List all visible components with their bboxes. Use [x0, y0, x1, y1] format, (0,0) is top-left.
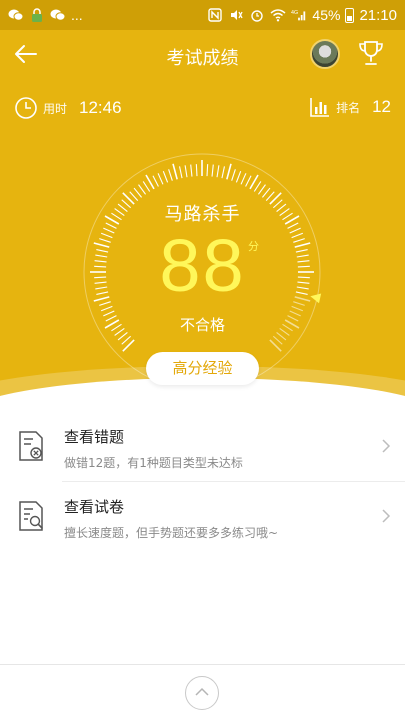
- gauge-tick: [221, 166, 225, 179]
- battery-icon: [345, 7, 355, 23]
- time-value: 12:46: [79, 98, 122, 117]
- gauge-tick: [235, 170, 242, 183]
- score-value: 88: [159, 224, 246, 307]
- gauge-tick: [245, 175, 252, 187]
- gauge-tick: [240, 173, 247, 185]
- nfc-icon: [207, 7, 223, 23]
- trophy-button[interactable]: [356, 38, 388, 70]
- gauge-tick: [261, 187, 271, 198]
- chevron-right-icon: [382, 509, 391, 523]
- gauge-tick: [206, 164, 209, 177]
- status-bar: ... 4G 45% 21:10: [0, 0, 405, 30]
- gauge-tick: [138, 184, 147, 195]
- list-item-subtitle: 做错12题，有1种题目类型未达标: [64, 456, 243, 470]
- scroll-up-button[interactable]: [185, 676, 219, 710]
- score-hero: 考试成绩 用时 12:46 排名 12 马路杀手 88 分 不合格 高分经验: [0, 30, 405, 412]
- more-notifications: ...: [71, 7, 83, 23]
- gauge-tick: [195, 164, 198, 177]
- network-type: 4G: [291, 10, 298, 16]
- time-label: 用时: [43, 101, 68, 116]
- wechat-icon: [8, 7, 24, 23]
- gauge-tick: [211, 164, 214, 177]
- gauge-tick: [157, 173, 164, 185]
- high-score-experience-button[interactable]: 高分经验: [146, 352, 259, 385]
- bar-chart-icon: [310, 98, 330, 117]
- rank-value: 12: [372, 97, 391, 116]
- wifi-icon: [270, 7, 286, 23]
- lock-app-icon: [29, 7, 45, 23]
- gauge-tick: [121, 335, 132, 345]
- wechat-icon: [50, 7, 66, 23]
- gauge-tick: [272, 335, 283, 345]
- gauge-tick: [179, 166, 183, 179]
- gauge-title: 马路杀手: [164, 204, 241, 225]
- trophy-icon: [359, 41, 383, 65]
- list-item-subtitle: 擅长速度题，但手势题还要多多练习哦~: [64, 526, 279, 540]
- chevron-up-icon: [195, 687, 209, 696]
- score-unit: 分: [248, 240, 259, 253]
- nav-bar: 考试成绩: [0, 30, 405, 80]
- alarm-icon: [249, 7, 265, 23]
- gauge-tick: [226, 163, 232, 180]
- signal-icon: 4G: [291, 7, 307, 23]
- status-bar-right: 4G 45% 21:10: [207, 7, 397, 24]
- page-title: 考试成绩: [166, 48, 239, 69]
- gauge-tick: [172, 163, 178, 180]
- view-paper-icon: [19, 501, 43, 531]
- gauge-tick: [133, 187, 143, 198]
- time-stat: 用时 12:46: [14, 96, 122, 120]
- gauge-tick: [152, 175, 159, 187]
- result-text: 不合格: [179, 316, 225, 334]
- list-item-title: 查看试卷: [64, 498, 125, 516]
- avatar[interactable]: [310, 39, 340, 69]
- action-list: 查看错题 做错12题，有1种题目类型未达标 查看试卷 擅长速度题，但手势题还要多…: [0, 412, 405, 552]
- gauge-tick: [216, 165, 220, 178]
- battery-percent: 45%: [312, 7, 341, 23]
- gauge-tick: [100, 305, 113, 312]
- bottom-divider: [0, 664, 405, 665]
- list-item-view-paper[interactable]: 查看试卷 擅长速度题，但手势题还要多多练习哦~: [0, 482, 405, 552]
- status-time: 21:10: [359, 6, 397, 24]
- gauge-tick: [190, 164, 193, 177]
- gauge-tick: [253, 181, 262, 192]
- chevron-right-icon: [382, 439, 391, 453]
- mute-icon: [228, 7, 244, 23]
- list-item-title: 查看错题: [64, 428, 125, 446]
- clock-icon: [15, 97, 37, 119]
- status-bar-left: ...: [8, 7, 83, 23]
- gauge-tick: [142, 181, 151, 192]
- wrong-questions-icon: [19, 431, 43, 461]
- rank-stat: 排名 12: [309, 96, 391, 118]
- gauge-tick: [291, 305, 304, 312]
- gauge-tick: [231, 169, 236, 181]
- gauge-tick: [162, 170, 169, 183]
- list-item-wrong-questions[interactable]: 查看错题 做错12题，有1种题目类型未达标: [0, 412, 405, 482]
- gauge-tick: [168, 169, 173, 181]
- gauge-tick: [257, 184, 266, 195]
- gauge-tick: [184, 165, 188, 178]
- rank-label: 排名: [336, 100, 361, 115]
